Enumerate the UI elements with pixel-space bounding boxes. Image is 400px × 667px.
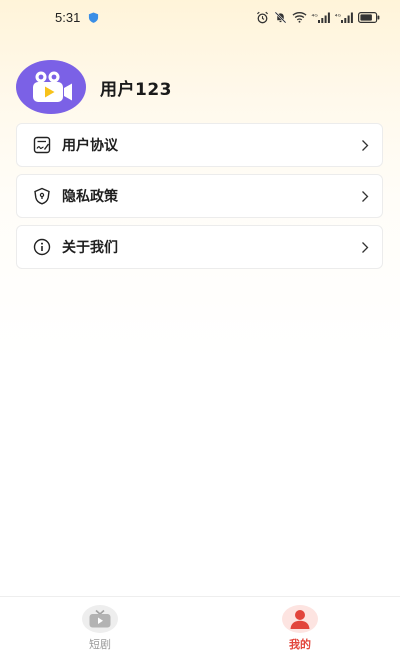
settings-menu: 用户协议 隐私政策 关于我们 bbox=[16, 123, 383, 276]
menu-item-about-us[interactable]: 关于我们 bbox=[16, 225, 383, 269]
status-bar: 5:31 ⁴ᴳ ⁴ᴳ bbox=[0, 0, 400, 36]
chevron-right-icon bbox=[360, 138, 370, 152]
alarm-icon bbox=[256, 11, 269, 24]
status-time: 5:31 bbox=[55, 10, 81, 25]
tab-label: 我的 bbox=[289, 638, 311, 651]
tab-short-drama[interactable]: 短剧 bbox=[70, 605, 130, 652]
signal-icon-sim2: ⁴ᴳ bbox=[335, 12, 353, 23]
tv-icon bbox=[82, 605, 118, 633]
chevron-right-icon bbox=[360, 189, 370, 203]
username: 用户123 bbox=[100, 79, 172, 100]
tab-mine[interactable]: 我的 bbox=[270, 605, 330, 652]
document-sign-icon bbox=[32, 135, 52, 155]
person-icon bbox=[282, 605, 318, 633]
info-icon bbox=[32, 237, 52, 257]
menu-item-label: 用户协议 bbox=[62, 138, 118, 154]
mute-bell-icon bbox=[274, 11, 287, 24]
video-camera-icon bbox=[33, 71, 72, 102]
status-icons: ⁴ᴳ ⁴ᴳ bbox=[256, 9, 380, 25]
signal-icon-sim1: ⁴ᴳ bbox=[312, 12, 330, 23]
chevron-right-icon bbox=[360, 240, 370, 254]
shield-lock-icon bbox=[32, 186, 52, 206]
avatar[interactable] bbox=[16, 60, 86, 114]
menu-item-label: 隐私政策 bbox=[62, 189, 118, 205]
tab-label: 短剧 bbox=[89, 638, 111, 651]
menu-item-label: 关于我们 bbox=[62, 240, 118, 256]
wifi-icon bbox=[292, 11, 307, 23]
menu-item-privacy-policy[interactable]: 隐私政策 bbox=[16, 174, 383, 218]
bottom-tab-bar: 短剧 我的 bbox=[0, 596, 400, 667]
battery-icon bbox=[358, 11, 380, 23]
menu-item-user-agreement[interactable]: 用户协议 bbox=[16, 123, 383, 167]
security-shield-icon bbox=[88, 12, 99, 23]
profile-header: 用户123 bbox=[16, 60, 172, 114]
